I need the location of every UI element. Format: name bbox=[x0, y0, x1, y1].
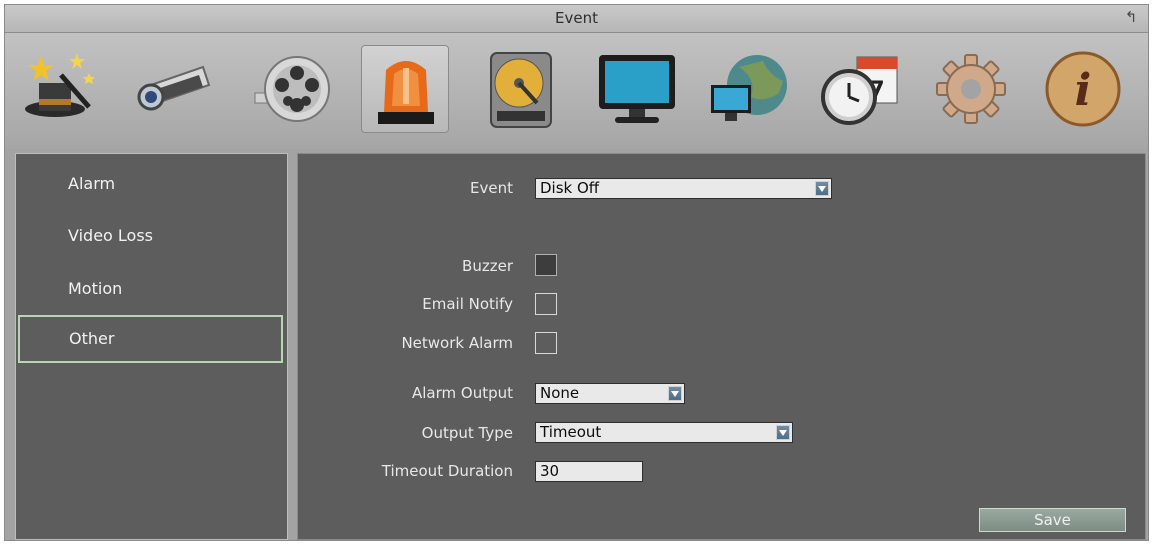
alarm-output-select[interactable]: None bbox=[535, 383, 685, 404]
sidebar-item-label: Motion bbox=[68, 279, 123, 298]
chevron-down-icon[interactable] bbox=[776, 425, 790, 440]
back-icon[interactable]: ↰ bbox=[1124, 9, 1138, 25]
alarm-output-label: Alarm Output bbox=[411, 384, 513, 402]
monitor-icon[interactable] bbox=[593, 45, 681, 133]
film-reel-icon[interactable] bbox=[245, 45, 333, 133]
alarm-output-value: None bbox=[540, 384, 580, 402]
network-alarm-label: Network Alarm bbox=[401, 334, 513, 352]
sidebar-item-alarm[interactable]: Alarm bbox=[16, 160, 287, 208]
sidebar-item-label: Alarm bbox=[68, 174, 116, 193]
info-icon[interactable]: i bbox=[1039, 45, 1127, 133]
camera-icon[interactable] bbox=[129, 45, 217, 133]
event-settings-panel: Event Disk Off Buzzer Email Notify Netwo… bbox=[297, 153, 1146, 540]
output-type-select[interactable]: Timeout bbox=[535, 422, 793, 443]
timeout-duration-input[interactable]: 30 bbox=[535, 461, 643, 482]
sidebar-item-motion[interactable]: Motion bbox=[16, 265, 287, 313]
sidebar-item-label: Video Loss bbox=[68, 226, 154, 245]
buzzer-checkbox[interactable] bbox=[535, 254, 557, 276]
gear-icon[interactable] bbox=[927, 45, 1015, 133]
output-type-label: Output Type bbox=[421, 424, 513, 442]
title-bar: Event ↰ bbox=[5, 5, 1148, 33]
wizard-icon[interactable] bbox=[15, 45, 103, 133]
alarm-siren-icon[interactable] bbox=[361, 45, 449, 133]
sidebar-item-other[interactable]: Other bbox=[18, 315, 283, 363]
schedule-clock-icon[interactable]: 7 bbox=[817, 45, 905, 133]
network-globe-icon[interactable] bbox=[705, 45, 793, 133]
timeout-duration-value: 30 bbox=[540, 462, 560, 480]
save-button[interactable]: Save bbox=[979, 508, 1126, 532]
timeout-duration-label: Timeout Duration bbox=[381, 462, 513, 480]
event-select[interactable]: Disk Off bbox=[535, 178, 832, 199]
info-glyph: i bbox=[1075, 65, 1092, 116]
email-notify-label: Email Notify bbox=[422, 295, 513, 313]
buzzer-label: Buzzer bbox=[462, 257, 513, 275]
event-sidebar: Alarm Video Loss Motion Other bbox=[15, 153, 288, 540]
event-label: Event bbox=[470, 179, 513, 197]
main-toolbar: 7 i bbox=[5, 33, 1148, 149]
output-type-value: Timeout bbox=[540, 423, 602, 441]
hard-disk-icon[interactable] bbox=[477, 45, 565, 133]
email-notify-checkbox[interactable] bbox=[535, 293, 557, 315]
network-alarm-checkbox[interactable] bbox=[535, 332, 557, 354]
event-select-value: Disk Off bbox=[540, 179, 600, 197]
sidebar-item-label: Other bbox=[69, 329, 115, 348]
event-window: Event ↰ 7 i Alarm Video Loss Motion Othe… bbox=[4, 4, 1149, 541]
chevron-down-icon[interactable] bbox=[815, 181, 829, 196]
window-title: Event bbox=[555, 9, 598, 27]
chevron-down-icon[interactable] bbox=[668, 386, 682, 401]
sidebar-item-video-loss[interactable]: Video Loss bbox=[16, 212, 287, 260]
